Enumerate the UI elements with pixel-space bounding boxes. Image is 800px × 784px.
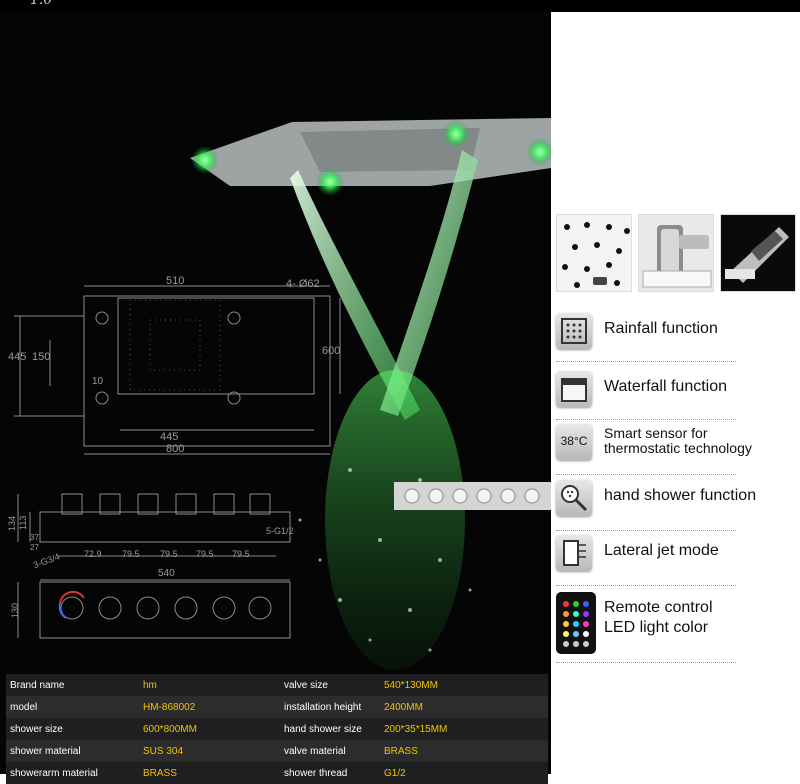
divider bbox=[556, 474, 736, 475]
hand-shower-icon bbox=[556, 480, 592, 516]
feature-label-line: Remote control bbox=[604, 599, 713, 616]
led-light bbox=[442, 120, 470, 148]
table-row: showerarm material BRASS shower thread G… bbox=[6, 762, 548, 784]
brand-mark: 1.0 bbox=[30, 0, 53, 8]
dim-side-top: 134 bbox=[7, 516, 17, 531]
dim-bottom-outer: 800 bbox=[166, 443, 184, 455]
table-row: shower size 600*800MM hand shower size 2… bbox=[6, 718, 548, 740]
nozzle-grid-icon bbox=[557, 215, 631, 291]
product-hero-image: 510 4- Ø62 445 150 600 10 445 800 134 11… bbox=[0, 0, 551, 774]
dim-left-b: 150 bbox=[32, 351, 50, 363]
divider bbox=[556, 662, 736, 663]
led-light bbox=[316, 168, 344, 196]
feature-label: Rainfall function bbox=[604, 320, 718, 337]
feature-rainfall: Rainfall function bbox=[556, 313, 746, 363]
divider bbox=[556, 530, 736, 531]
ceiling-panel-drawing bbox=[14, 285, 341, 455]
table-row: shower material SUS 304 valve material B… bbox=[6, 740, 548, 762]
thumbnail-hand-shower[interactable] bbox=[720, 214, 796, 292]
spec-key: installation height bbox=[284, 702, 362, 713]
feature-thermostatic: 38°C Smart sensor for thermostatic techn… bbox=[556, 424, 752, 475]
dim-top-width: 510 bbox=[166, 275, 184, 287]
divider bbox=[556, 361, 736, 362]
feature-remote: Remote control LED light color bbox=[556, 592, 746, 664]
spec-key: shower material bbox=[10, 746, 81, 757]
valve-front-drawing bbox=[17, 579, 291, 639]
remote-control-icon bbox=[556, 592, 596, 654]
spec-value: SUS 304 bbox=[143, 746, 184, 757]
table-row: model HM-868002 installation height 2400… bbox=[6, 696, 548, 718]
waterfall-icon bbox=[556, 371, 592, 407]
spec-value: 2400MM bbox=[384, 702, 423, 713]
dim-side-low: 37 bbox=[30, 533, 39, 542]
rainfall-icon bbox=[556, 313, 592, 349]
valve-side-drawing bbox=[17, 493, 291, 557]
dim-panel-width: 540 bbox=[158, 568, 175, 579]
table-row: Brand name hm valve size 540*130MM bbox=[6, 674, 548, 696]
hand-shower-photo-icon bbox=[721, 215, 795, 291]
spec-value: BRASS bbox=[384, 746, 418, 757]
led-light bbox=[191, 146, 219, 174]
thermostat-temp: 38°C bbox=[560, 434, 588, 448]
thermostat-icon: 38°C bbox=[556, 424, 592, 460]
dim-right-height: 600 bbox=[322, 345, 340, 357]
dim-thread-left: 3-G3/4 bbox=[32, 551, 61, 570]
spec-value: 600*800MM bbox=[143, 724, 197, 735]
thumbnail-valve[interactable] bbox=[638, 214, 714, 292]
feature-label: Remote control LED light color bbox=[604, 598, 713, 638]
feature-waterfall: Waterfall function bbox=[556, 371, 746, 421]
dim-panel-height: 130 bbox=[10, 603, 20, 618]
spec-key: model bbox=[10, 702, 38, 713]
feature-label: Waterfall function bbox=[604, 378, 728, 395]
dim-spacing: 79.5 bbox=[232, 549, 250, 559]
dim-left-a: 445 bbox=[8, 351, 26, 363]
divider bbox=[556, 419, 736, 420]
dim-side-bottom: 27 bbox=[30, 543, 39, 552]
feature-lateral-jet: Lateral jet mode bbox=[556, 535, 746, 586]
dim-offset: 10 bbox=[92, 376, 104, 387]
dim-side-mid: 113 bbox=[18, 516, 28, 530]
feature-label-line: Smart sensor for bbox=[604, 425, 708, 441]
spec-value: 540*130MM bbox=[384, 680, 438, 691]
spec-value: 200*35*15MM bbox=[384, 724, 448, 735]
spec-key: valve material bbox=[284, 746, 346, 757]
spec-value: HM-868002 bbox=[143, 702, 196, 713]
spec-value: hm bbox=[143, 680, 157, 691]
dim-spacing: 79.5 bbox=[160, 549, 178, 559]
feature-label-line: LED light color bbox=[604, 619, 709, 636]
lateral-jet-icon bbox=[556, 535, 592, 571]
product-thumbnails bbox=[556, 214, 796, 292]
dim-thread-right: 5-G1/2 bbox=[266, 526, 294, 536]
dim-spacing: 79.5 bbox=[122, 549, 140, 559]
spec-key: shower size bbox=[10, 724, 63, 735]
dim-spacing: 72.9 bbox=[84, 549, 102, 559]
spec-key: valve size bbox=[284, 680, 328, 691]
feature-label-line: thermostatic technology bbox=[604, 440, 752, 456]
feature-label: Lateral jet mode bbox=[604, 542, 719, 559]
spec-key: hand shower size bbox=[284, 724, 362, 735]
dim-hole: 4- Ø62 bbox=[286, 278, 320, 290]
divider bbox=[556, 585, 736, 586]
feature-hand-shower: hand shower function bbox=[556, 480, 756, 531]
dim-spacing: 79.5 bbox=[196, 549, 214, 559]
spec-table: Brand name hm valve size 540*130MM model… bbox=[6, 674, 548, 784]
hero-scene: 510 4- Ø62 445 150 600 10 445 800 134 11… bbox=[7, 118, 551, 670]
feature-label: hand shower function bbox=[604, 487, 757, 504]
top-bar: 1.0 bbox=[0, 0, 800, 12]
dim-bottom-inner: 445 bbox=[160, 431, 178, 443]
water-splash bbox=[325, 370, 465, 670]
thumbnail-nozzles[interactable] bbox=[556, 214, 632, 292]
feature-label: Smart sensor for thermostatic technology bbox=[604, 426, 752, 456]
valve-handle-icon bbox=[639, 215, 713, 291]
spec-key: Brand name bbox=[10, 680, 65, 691]
